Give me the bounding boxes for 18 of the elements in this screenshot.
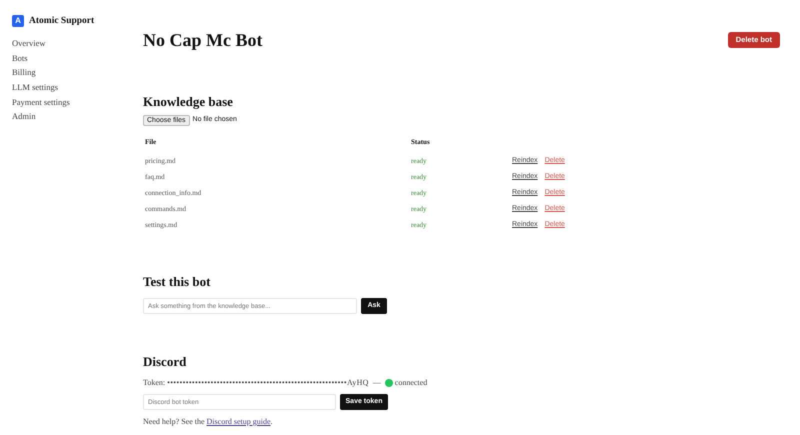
separator-text: — bbox=[372, 377, 381, 389]
sidebar-item[interactable]: LLM settings bbox=[12, 80, 118, 95]
logo-icon: A bbox=[12, 15, 24, 28]
page-title: No Cap Mc Bot bbox=[143, 29, 262, 51]
setup-guide-link[interactable]: Discord setup guide bbox=[206, 417, 271, 426]
sidebar-item[interactable]: Admin bbox=[12, 109, 118, 124]
section-title: Discord bbox=[143, 354, 188, 370]
sidebar-item[interactable]: Billing bbox=[12, 65, 118, 80]
section-title: Test this bot bbox=[143, 274, 212, 290]
token-label: Token: bbox=[143, 377, 166, 389]
sidebar-item[interactable]: Payment settings bbox=[12, 94, 118, 110]
token-value: ••••••••••••••••••••••••••••••••••••••••••••••••••••••••••AyHQ bbox=[167, 377, 369, 389]
help-text: Need help? See the Discord setup guide. bbox=[143, 416, 274, 428]
section-title: Knowledge base bbox=[143, 94, 234, 110]
sidebar-item[interactable]: Overview bbox=[12, 36, 118, 51]
brand-name: Atomic Support bbox=[29, 15, 94, 28]
sidebar-item[interactable]: Bots bbox=[12, 50, 118, 66]
connection-status: connected bbox=[394, 377, 428, 389]
